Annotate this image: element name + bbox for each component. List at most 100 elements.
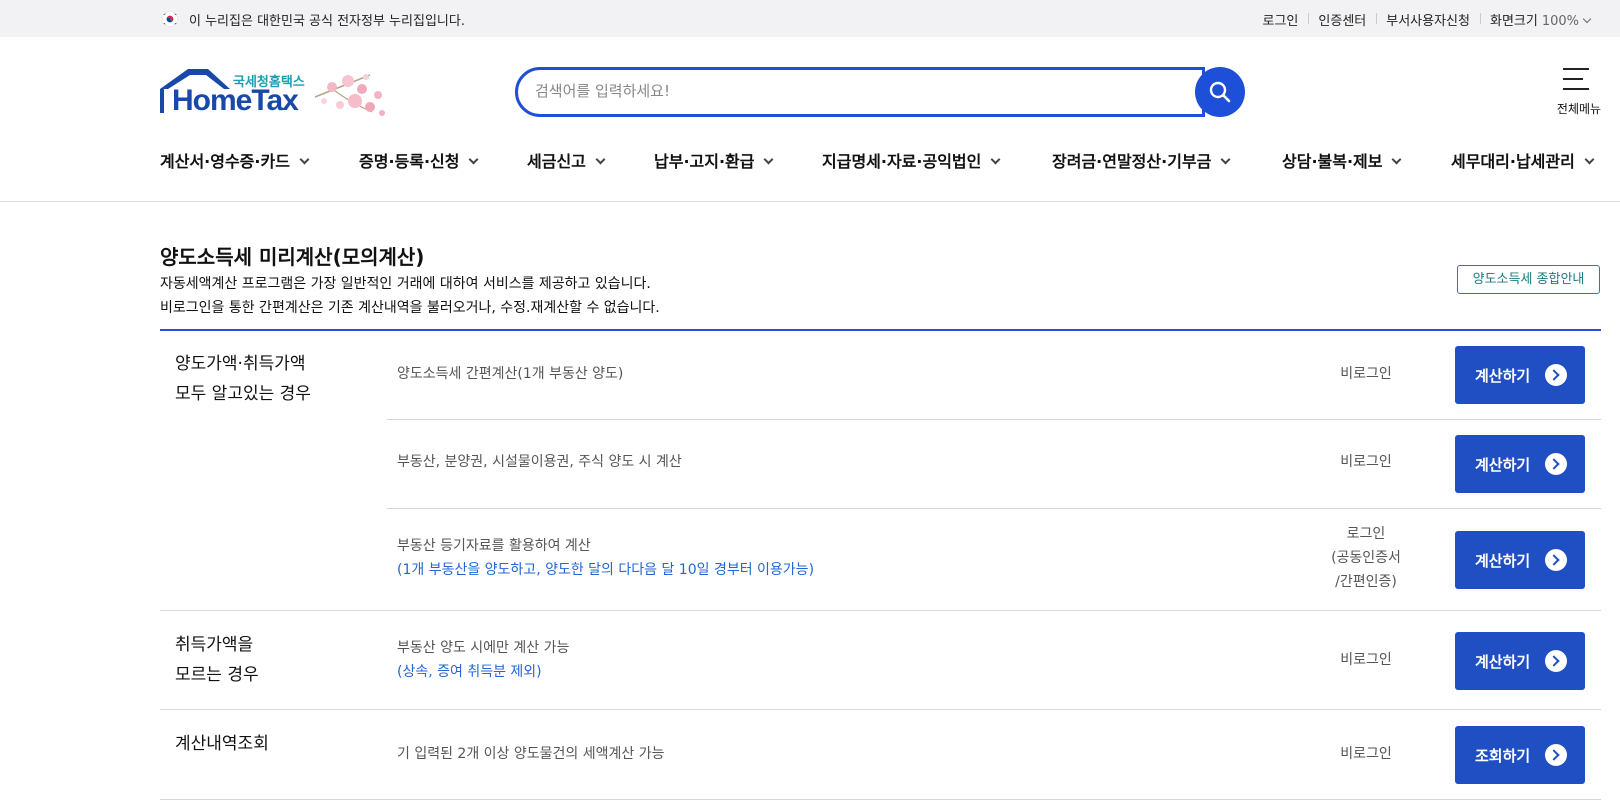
chevron-down-icon [1584,154,1595,165]
dept-user-link[interactable]: 부서사용자신청 [1376,10,1480,29]
row-description: 부동산, 분양권, 시설물이용권, 주식 양도 시 계산 [397,450,682,474]
row-desc-text: 양도소득세 간편계산(1개 부동산 양도) [397,366,624,382]
group-divider [160,799,1601,800]
calculate-button[interactable]: 계산하기 [1455,346,1585,404]
gov-banner: 이 누리집은 대한민국 공식 전자정부 누리집입니다. 로그인 인증센터 부서사… [0,0,1620,37]
login-requirement: 비로그인 [1340,454,1392,470]
row-desc-text: 부동산, 분양권, 시설물이용권, 주식 양도 시 계산 [397,454,682,470]
button-label: 계산하기 [1475,456,1531,474]
gnb-item-consulting[interactable]: 상담·불복·제보 [1282,148,1402,172]
utility-links: 로그인 인증센터 부서사용자신청 화면크기 100% [1253,10,1600,29]
search-input[interactable] [535,78,1155,104]
login-requirement: 비로그인 [1340,652,1392,668]
login-requirement: 비로그인 [1340,746,1392,762]
hamburger-icon [1563,68,1591,90]
main-navigation: 계산서·영수증·카드 증명·등록·신청 세금신고 납부·고지·환급 지급명세·자… [160,148,1620,178]
search-bar [515,67,1245,117]
chevron-down-icon [1220,154,1231,165]
category-line: 모르는 경우 [175,665,259,685]
group-divider [160,709,1601,710]
search-icon [1209,81,1231,103]
login-line: 로그인 [1346,526,1386,542]
cherry-blossom-icon [314,74,385,116]
gnb-label: 지급명세·자료·공익법인 [822,152,982,171]
gnb-item-statements[interactable]: 지급명세·자료·공익법인 [822,148,1001,172]
header-divider [0,201,1620,202]
hometax-logo[interactable]: 국세청홈택스 HomeTax [160,67,395,122]
row-divider [387,508,1601,509]
row-description: 기 입력된 2개 이상 양도물건의 세액계산 가능 [397,742,664,766]
category-line: 취득가액을 [175,635,254,655]
gnb-item-invoice[interactable]: 계산서·영수증·카드 [160,148,310,172]
button-label: 계산하기 [1475,367,1531,385]
arrow-right-icon [1545,650,1567,672]
gnb-label: 계산서·영수증·카드 [160,152,290,171]
row-description: 양도소득세 간편계산(1개 부동산 양도) [397,362,623,386]
chevron-down-icon [1582,14,1592,24]
category-label: 취득가액을 모르는 경우 [175,630,259,690]
chevron-down-icon [1392,154,1402,165]
arrow-right-icon [1545,549,1567,571]
capital-gains-guide-button[interactable]: 양도소득세 종합안내 [1457,265,1600,294]
category-label: 양도가액·취득가액 모두 알고있는 경우 [175,349,311,409]
button-label: 계산하기 [1475,653,1531,671]
calculate-button[interactable]: 계산하기 [1455,435,1585,493]
zoom-label: 화면크기 [1489,14,1538,29]
korea-flag-icon [162,11,178,27]
page-title: 양도소득세 미리계산(모의계산) [160,245,425,269]
gov-notice: 이 누리집은 대한민국 공식 전자정부 누리집입니다. [189,14,465,29]
gnb-item-certificate[interactable]: 증명·등록·신청 [359,148,479,172]
gnb-item-payment[interactable]: 납부·고지·환급 [654,148,774,172]
group-divider [160,610,1601,611]
cert-center-link[interactable]: 인증센터 [1308,10,1376,29]
button-label: 조회하기 [1475,747,1531,765]
gnb-label: 세금신고 [527,152,586,171]
login-requirement: 로그인 (공동인증서 /간편인증) [1296,522,1436,594]
search-button[interactable] [1195,67,1245,117]
gnb-item-agent[interactable]: 세무대리·납세관리 [1451,148,1595,172]
category-line: 모두 알고있는 경우 [175,384,311,404]
zoom-value: 100% [1541,14,1579,29]
row-divider [387,419,1601,420]
row-description: 부동산 등기자료를 활용하여 계산 (1개 부동산을 양도하고, 양도한 달의 … [397,534,814,582]
category-line: 계산내역조회 [175,734,269,754]
row-desc-text: 부동산 양도 시에만 계산 가능 [397,640,570,656]
chevron-down-icon [595,154,606,165]
table-top-border [160,329,1601,331]
category-line: 양도가액·취득가액 [175,354,306,374]
gnb-item-incentive[interactable]: 장려금·연말정산·기부금 [1052,148,1231,172]
category-label: 계산내역조회 [175,729,269,759]
login-requirement: 비로그인 [1340,366,1392,382]
page-description: 자동세액계산 프로그램은 가장 일반적인 거래에 대하여 서비스를 제공하고 있… [160,276,651,292]
calculate-button[interactable]: 계산하기 [1455,632,1585,690]
arrow-right-icon [1545,453,1567,475]
gnb-item-tax-return[interactable]: 세금신고 [527,148,606,172]
chevron-down-icon [990,154,1001,165]
gnb-label: 증명·등록·신청 [359,152,460,171]
arrow-right-icon [1545,364,1567,386]
inquiry-button[interactable]: 조회하기 [1455,726,1585,784]
chevron-down-icon [469,154,479,165]
gnb-label: 상담·불복·제보 [1282,152,1383,171]
gnb-label: 장려금·연말정산·기부금 [1052,152,1212,171]
arrow-right-icon [1545,744,1567,766]
login-link[interactable]: 로그인 [1253,10,1309,29]
zoom-control[interactable]: 화면크기 100% [1479,10,1600,29]
page-description-note: 비로그인을 통한 간편계산은 기존 계산내역을 불러오거나, 수정.재계산할 수… [160,300,660,316]
chevron-down-icon [299,154,310,165]
row-note: (상속, 증여 취득분 제외) [397,664,542,680]
chevron-down-icon [764,154,774,165]
row-description: 부동산 양도 시에만 계산 가능 (상속, 증여 취득분 제외) [397,636,569,684]
all-menu-label: 전체메뉴 [1556,102,1602,116]
all-menu-button[interactable]: 전체메뉴 [1546,68,1612,120]
button-label: 계산하기 [1475,552,1531,570]
gnb-label: 세무대리·납세관리 [1451,152,1575,171]
gnb-label: 납부·고지·환급 [654,152,755,171]
row-desc-text: 부동산 등기자료를 활용하여 계산 [397,538,591,554]
login-line: /간편인증) [1335,574,1397,590]
calculate-button[interactable]: 계산하기 [1455,531,1585,589]
row-note: (1개 부동산을 양도하고, 양도한 달의 다다음 달 10일 경부터 이용가능… [397,562,815,578]
login-line: (공동인증서 [1331,550,1401,566]
logo-text: HomeTax [172,84,299,117]
row-desc-text: 기 입력된 2개 이상 양도물건의 세액계산 가능 [397,746,665,762]
